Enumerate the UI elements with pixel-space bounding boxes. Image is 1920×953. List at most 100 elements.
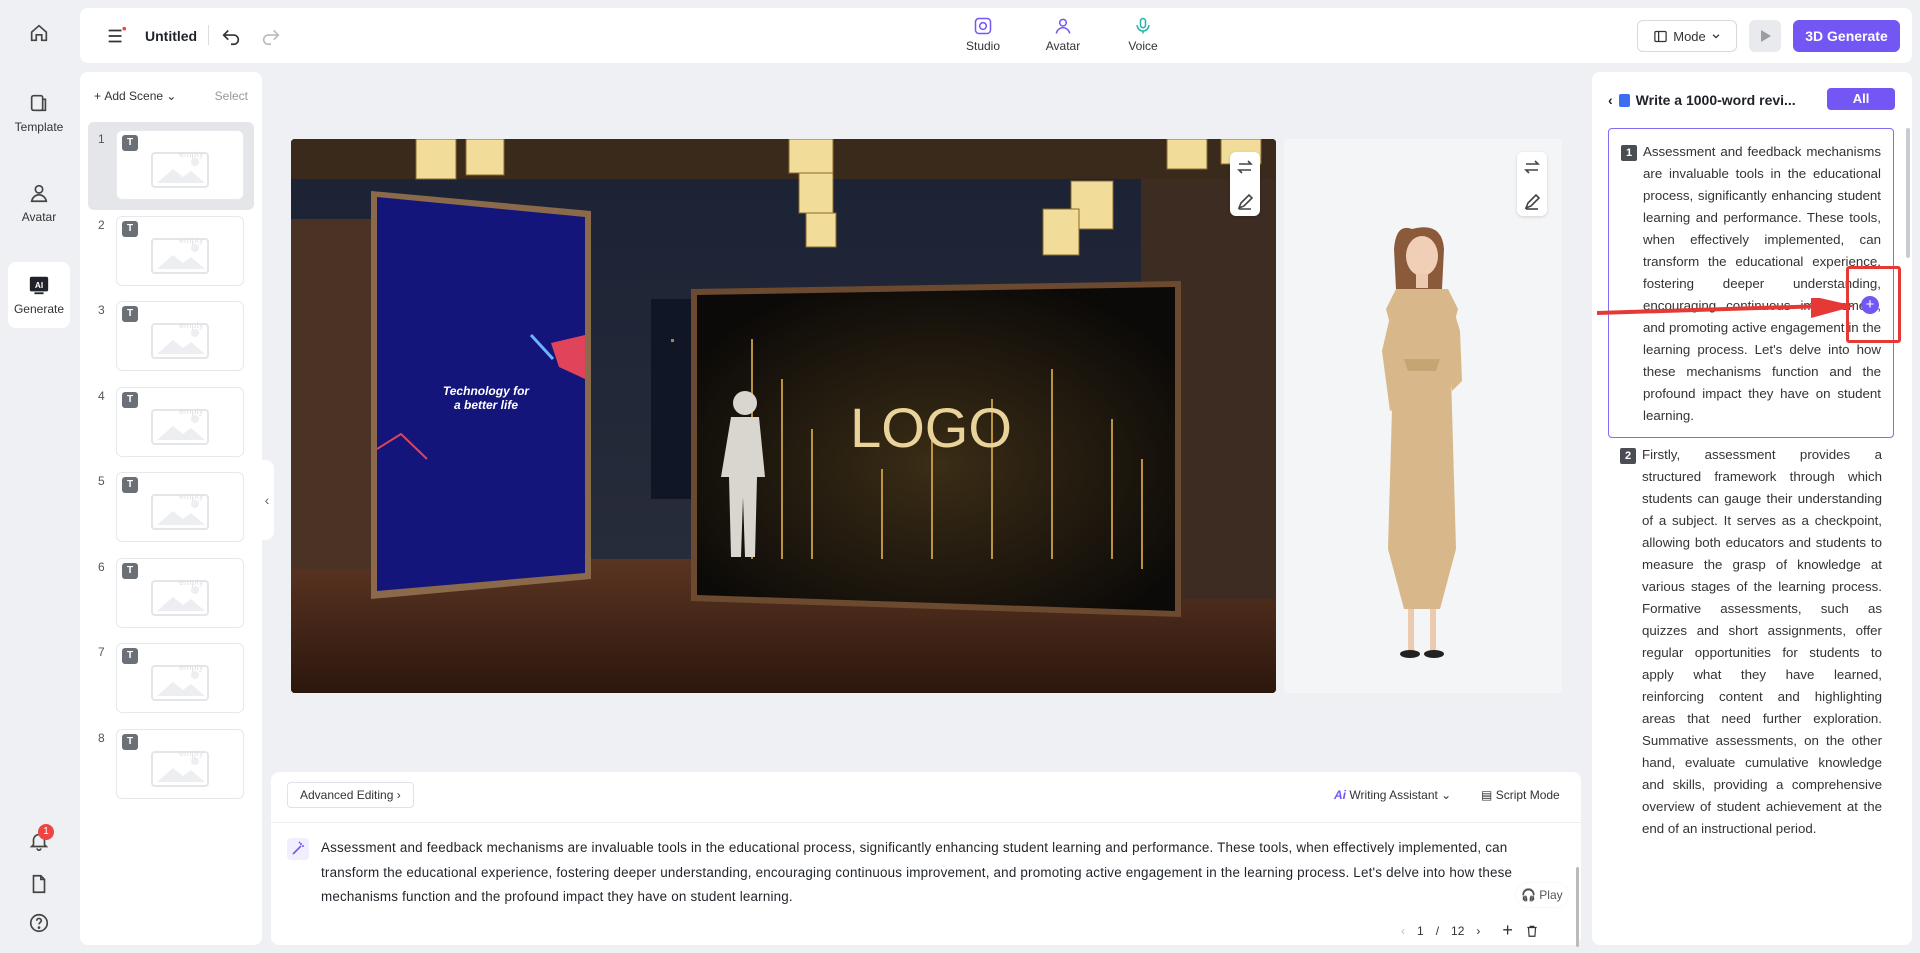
empty-label: empty [179,662,204,672]
script-text-area[interactable]: Assessment and feedback mechanisms are i… [321,836,1546,910]
empty-label: empty [179,149,204,159]
scene-image: Technology for a better life LOGO [291,139,1276,693]
trash-icon[interactable] [1525,924,1539,938]
home-icon [30,24,48,42]
text-badge: T [122,220,138,237]
tab-studio[interactable]: Studio [955,16,1011,53]
swap-icon[interactable] [1517,152,1547,182]
collapse-panel-button[interactable]: ‹ [260,460,274,540]
tab-voice[interactable]: Voice [1115,16,1171,53]
empty-label: empty [179,405,204,416]
writing-assistant-dropdown[interactable]: Ai Writing Assistant ⌄ [1334,788,1451,802]
avatar-figure [1382,227,1462,658]
scene-thumbnail[interactable]: Tempty [116,643,244,713]
svg-text:AI: AI [35,281,43,290]
all-button[interactable]: All [1827,88,1895,110]
help-button[interactable] [8,912,70,936]
empty-label: empty [179,234,204,245]
script-panel-title: Write a 1000-word revi... [1635,92,1796,108]
project-title[interactable]: Untitled [145,28,197,44]
chevron-left-icon: ‹ [264,492,270,508]
canvas-tools [1230,152,1260,216]
scene-thumbnail[interactable]: Tempty [116,728,244,799]
tab-studio-label: Studio [965,39,1001,53]
text-badge: T [122,306,138,322]
scene-canvas[interactable]: Technology for a better life LOGO [291,139,1276,693]
scene-item[interactable]: 8 Tempty [88,721,254,809]
redo-icon[interactable] [260,25,282,47]
rail-template[interactable]: Template [8,92,70,142]
top-bar: Untitled Studio Avatar Voice Mode 3D Gen… [80,8,1912,63]
add-paragraph-button[interactable]: + [1861,296,1879,314]
scene-number: 2 [98,217,105,232]
scene-item[interactable]: 4 Tempty [88,379,254,467]
rail-avatar[interactable]: Avatar [8,182,70,232]
page-current[interactable]: 1 [1417,924,1424,938]
rail-avatar-label: Avatar [21,210,57,224]
rail-template-label: Template [14,120,64,134]
menu-icon[interactable] [105,25,127,47]
mode-dropdown[interactable]: Mode [1637,20,1737,52]
back-icon[interactable]: ‹ [1608,92,1613,108]
add-page-icon[interactable]: + [1502,920,1513,941]
add-scene-button[interactable]: + Add Scene ⌄ [94,89,176,103]
scene-thumbnail[interactable]: Tempty [116,215,244,286]
scene-number: 8 [98,730,105,745]
scene-thumbnail[interactable]: Tempty [116,130,244,200]
mode-label: Mode [1673,28,1706,44]
panel-scrollbar[interactable] [1906,128,1910,258]
editor-scrollbar[interactable] [1576,867,1579,947]
edit-icon[interactable] [1517,187,1547,217]
scene-item[interactable]: 2 Tempty [88,208,254,296]
empty-label: empty [179,491,204,501]
select-button[interactable]: Select [215,89,248,103]
page-separator: / [1435,923,1440,938]
doc-icon [1618,93,1630,107]
chevron-down-icon [1712,34,1720,39]
text-badge: T [122,135,138,151]
paragraph-number: 1 [1621,145,1637,161]
swap-icon[interactable] [1230,152,1260,182]
avatar-tools [1517,152,1547,216]
script-paragraph[interactable]: 2 Firstly, assessment provides a structur… [1608,432,1894,850]
prev-page-icon[interactable]: ‹ [1401,924,1405,938]
paragraph-text: Firstly, assessment provides a structure… [1642,447,1882,836]
scene-item[interactable]: 7 Tempty [88,635,254,723]
tab-avatar[interactable]: Avatar [1035,16,1091,53]
undo-icon[interactable] [220,25,242,47]
advanced-editing-button[interactable]: Advanced Editing › [287,782,414,808]
text-badge: T [122,648,138,664]
next-page-icon[interactable]: › [1476,924,1480,938]
preview-play-button[interactable] [1749,20,1781,52]
document-button[interactable] [8,873,70,897]
logo-text: LOGO [850,396,1012,459]
magic-wand-icon[interactable] [287,838,309,860]
rail-generate-label: Generate [13,302,65,316]
avatar-icon [30,184,48,203]
scene-item[interactable]: 6 Tempty [88,550,254,638]
scene-thumbnail[interactable]: Tempty [116,557,244,628]
scene-number: 5 [98,474,105,488]
scene-item[interactable]: 3 Tempty [88,293,254,381]
script-mode-button[interactable]: ▤ Script Mode [1481,788,1560,802]
scene-item[interactable]: 5 Tempty [88,464,254,552]
play-label: Play [1539,888,1563,902]
avatar-preview[interactable] [1284,139,1562,693]
notifications-button[interactable]: 1 [8,824,70,854]
script-panel: ‹ Write a 1000-word revi... All 1 Assessm… [1592,72,1912,945]
play-icon [1761,30,1771,42]
scene-thumbnail[interactable]: Tempty [116,301,244,371]
play-script-button[interactable]: 🎧 Play [1516,883,1568,907]
home-button[interactable] [8,22,70,52]
page-controls: ‹ 1 / 12 › + [1401,920,1539,941]
edit-icon[interactable] [1230,187,1260,217]
scene-thumbnail[interactable]: Tempty [116,386,244,457]
banner-text-2: a better life [454,398,518,412]
3d-generate-button[interactable]: 3D Generate [1793,20,1900,52]
empty-label: empty [179,747,204,758]
rail-generate[interactable]: AI Generate [8,262,70,328]
scene-number: 3 [98,303,105,317]
scene-item[interactable]: 1 Tempty [88,122,254,210]
scene-thumbnail[interactable]: Tempty [116,472,244,542]
add-scene-label: Add Scene [104,89,164,103]
